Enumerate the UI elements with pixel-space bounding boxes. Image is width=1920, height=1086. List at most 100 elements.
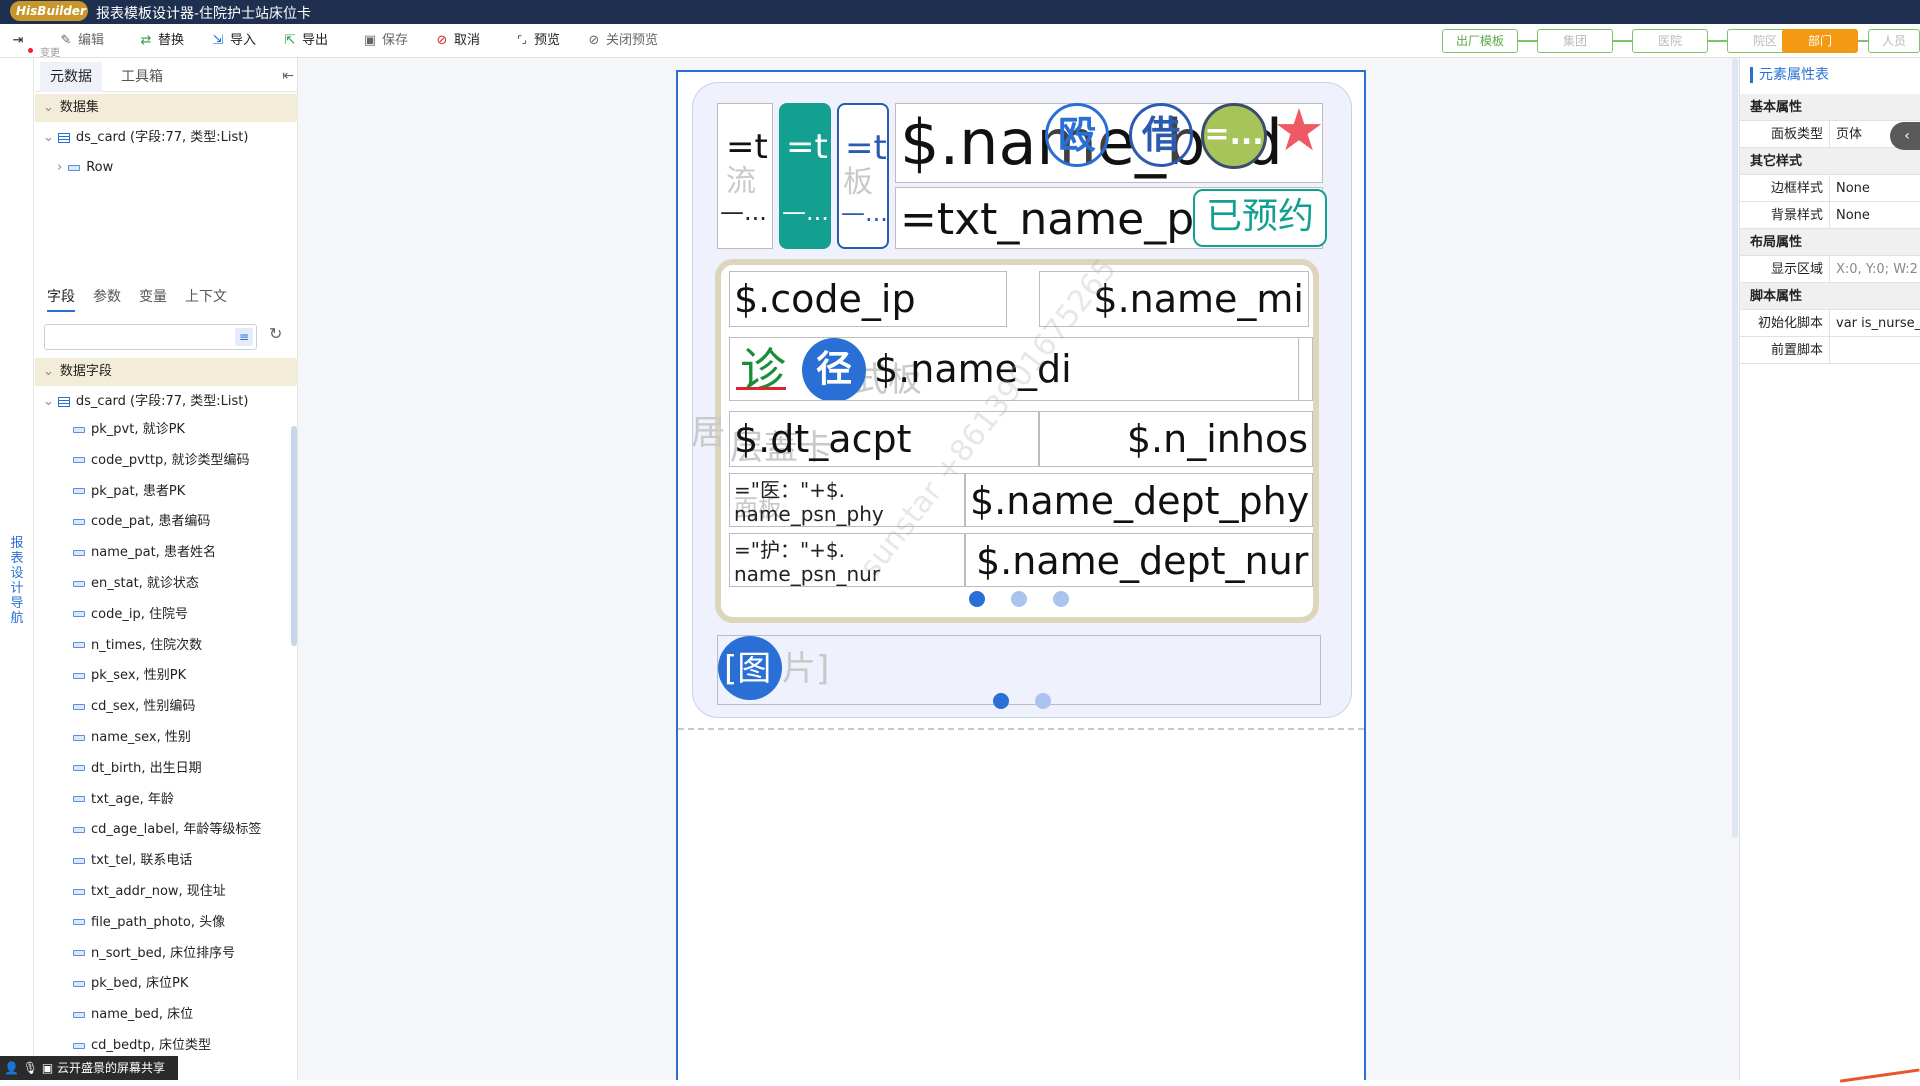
- subtab-fields[interactable]: 字段: [47, 282, 75, 312]
- reserved-badge[interactable]: 已预约: [1193, 189, 1327, 247]
- field-item[interactable]: txt_addr_now, 现住址: [73, 878, 226, 906]
- prop-display-area[interactable]: 显示区域 X:0, Y:0; W:2: [1740, 256, 1920, 283]
- import-button[interactable]: ⇲ 导入: [210, 31, 256, 51]
- edit-button[interactable]: ✎ 编辑: [58, 31, 104, 51]
- prop-init-script[interactable]: 初始化脚本 var is_nurse_: [1740, 310, 1920, 337]
- field-icon: [73, 1011, 85, 1018]
- prop-background-style[interactable]: 背景样式 None: [1740, 202, 1920, 229]
- title-bar: HisBuilder 报表模板设计器-住院护士站床位卡: [0, 0, 1920, 24]
- pathway-badge[interactable]: 径: [802, 338, 866, 400]
- badge-circle-b[interactable]: 借: [1129, 103, 1193, 167]
- filter-icon[interactable]: ≡: [235, 328, 253, 346]
- field-item[interactable]: pk_bed, 床位PK: [73, 970, 188, 998]
- preview-button[interactable]: ⌜⌟ 预览: [514, 31, 560, 51]
- image-cell[interactable]: [图 片]: [717, 635, 1321, 705]
- card-pager-dot-active[interactable]: [993, 693, 1009, 709]
- prop-value[interactable]: None: [1836, 175, 1920, 202]
- canvas-scrollbar[interactable]: [1732, 58, 1738, 838]
- tab-toolbox[interactable]: 工具箱: [111, 62, 173, 92]
- section-other-style[interactable]: 其它样式: [1740, 148, 1920, 175]
- close-preview-button[interactable]: ⊘ 关闭预览: [586, 31, 658, 51]
- section-script[interactable]: 脚本属性: [1740, 283, 1920, 310]
- inhos-days-cell[interactable]: $.n_inhos: [1039, 411, 1313, 467]
- subtab-context[interactable]: 上下文: [185, 282, 227, 312]
- replace-button[interactable]: ⇄ 替换: [138, 31, 184, 51]
- pager-dot[interactable]: [1011, 591, 1027, 607]
- step-group[interactable]: 集团: [1537, 29, 1613, 53]
- chevron-left-icon[interactable]: ‹: [1890, 122, 1920, 150]
- badge-circle-a[interactable]: 殴: [1045, 103, 1109, 167]
- patient-info-panel[interactable]: $.code_ip $.name_mi 式板 诊 径 $.name_di 居 层…: [691, 259, 1319, 623]
- field-item[interactable]: txt_age, 年龄: [73, 786, 174, 814]
- field-item[interactable]: name_sex, 性别: [73, 724, 191, 752]
- section-layout[interactable]: 布局属性: [1740, 229, 1920, 256]
- field-search-input[interactable]: ≡: [44, 324, 257, 350]
- field-icon: [73, 703, 85, 710]
- prop-border-style[interactable]: 边框样式 None: [1740, 175, 1920, 202]
- field-item[interactable]: txt_tel, 联系电话: [73, 847, 192, 875]
- pager-dot[interactable]: [1053, 591, 1069, 607]
- dataset-row-node[interactable]: › Row: [57, 154, 113, 182]
- fields-dataset-node[interactable]: ⌄ ds_card (字段:77, 类型:List): [43, 388, 248, 416]
- fields-section-header[interactable]: ⌄ 数据字段: [35, 358, 298, 386]
- field-item[interactable]: cd_age_label, 年龄等级标签: [73, 816, 261, 844]
- template-cell-3[interactable]: 板 =t —...: [837, 103, 889, 249]
- badge-circle-c[interactable]: =...: [1201, 103, 1267, 169]
- template-cell-1[interactable]: 流 =t —...: [717, 103, 773, 249]
- field-item-label: pk_pat, 患者PK: [91, 483, 186, 499]
- card-pager-dot[interactable]: [1035, 693, 1051, 709]
- field-item[interactable]: file_path_photo, 头像: [73, 909, 225, 937]
- dataset-section-header[interactable]: ⌄ 数据集: [35, 94, 298, 122]
- field-item[interactable]: pk_sex, 性别PK: [73, 662, 186, 690]
- step-factory-template[interactable]: 出厂模板: [1442, 29, 1518, 53]
- subtab-params[interactable]: 参数: [93, 282, 121, 312]
- dataset-node[interactable]: ⌄ ds_card (字段:77, 类型:List): [43, 124, 248, 152]
- step-person[interactable]: 人员: [1868, 29, 1920, 53]
- template-cell-2[interactable]: =t —...: [779, 103, 831, 249]
- nurse-label-cell[interactable]: ="护："+$. name_psn_nur: [729, 533, 965, 587]
- prop-value[interactable]: None: [1836, 202, 1920, 229]
- bed-card-panel[interactable]: 流 =t —... =t —... 板 =t —... $.name_bed 殴…: [691, 82, 1352, 718]
- export-button[interactable]: ⇱ 导出: [282, 31, 328, 51]
- flow-connector: [1613, 40, 1632, 42]
- star-icon[interactable]: ★: [1273, 101, 1325, 159]
- refresh-icon[interactable]: ↻: [269, 324, 282, 343]
- field-item[interactable]: en_stat, 就诊状态: [73, 570, 199, 598]
- physician-dept-cell[interactable]: $.name_dept_phy: [965, 473, 1313, 527]
- field-list-scrollbar[interactable]: [291, 426, 297, 646]
- report-page[interactable]: 流 =t —... =t —... 板 =t —... $.name_bed 殴…: [676, 70, 1366, 1080]
- save-button[interactable]: ▣ 保存: [362, 31, 408, 51]
- field-item[interactable]: name_pat, 患者姓名: [73, 539, 216, 567]
- field-item[interactable]: n_times, 住院次数: [73, 632, 202, 660]
- code-ip-cell[interactable]: $.code_ip: [729, 271, 1007, 327]
- collapse-panel-icon[interactable]: ⇤: [282, 68, 294, 84]
- field-item[interactable]: n_sort_bed, 床位排序号: [73, 940, 235, 968]
- field-icon: [73, 457, 85, 464]
- cancel-button[interactable]: ⊘ 取消: [434, 31, 480, 51]
- tab-metadata[interactable]: 元数据: [40, 62, 102, 92]
- field-item[interactable]: name_bed, 床位: [73, 1001, 193, 1029]
- exit-button[interactable]: ⇥: [10, 31, 26, 51]
- field-item[interactable]: code_pvttp, 就诊类型编码: [73, 447, 250, 475]
- pager-dot-active[interactable]: [969, 591, 985, 607]
- subtab-variables[interactable]: 变量: [139, 282, 167, 312]
- prop-value[interactable]: [1836, 337, 1920, 364]
- nurse-dept-cell[interactable]: $.name_dept_nur: [965, 533, 1313, 587]
- field-item[interactable]: code_ip, 住院号: [73, 601, 188, 629]
- prop-pre-script[interactable]: 前置脚本: [1740, 337, 1920, 364]
- screen-share-bar[interactable]: 👤 🎙 ▣ 云开盛景的屏幕共享: [0, 1056, 178, 1080]
- field-icon: [73, 919, 85, 926]
- preview-label: 预览: [534, 33, 561, 48]
- step-department[interactable]: 部门: [1782, 29, 1858, 53]
- field-item[interactable]: cd_sex, 性别编码: [73, 693, 195, 721]
- prop-value[interactable]: var is_nurse_: [1836, 310, 1920, 337]
- field-icon: [73, 796, 85, 803]
- field-item[interactable]: code_pat, 患者编码: [73, 508, 210, 536]
- field-item[interactable]: dt_birth, 出生日期: [73, 755, 202, 783]
- field-item[interactable]: pk_pvt, 就诊PK: [73, 416, 185, 444]
- field-item[interactable]: pk_pat, 患者PK: [73, 478, 185, 506]
- section-basic[interactable]: 基本属性: [1740, 94, 1920, 121]
- report-design-nav-label[interactable]: 报表设计导航: [10, 536, 24, 626]
- step-hospital[interactable]: 医院: [1632, 29, 1708, 53]
- prop-value[interactable]: X:0, Y:0; W:2: [1836, 256, 1920, 283]
